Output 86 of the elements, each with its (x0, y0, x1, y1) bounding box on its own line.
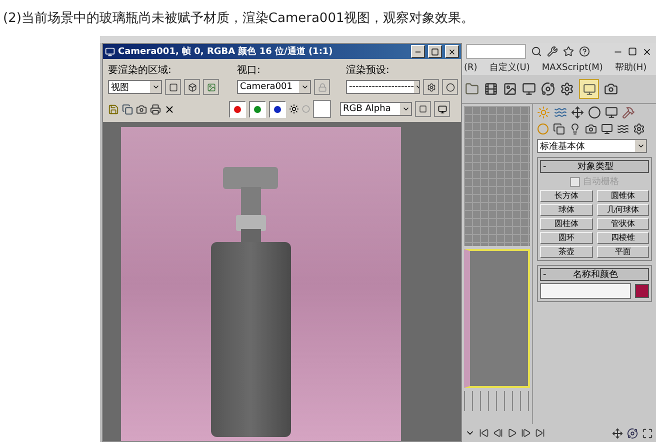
color-swatch[interactable] (313, 100, 331, 118)
display-dropdown[interactable]: RGB Alpha (340, 102, 412, 116)
space-warps-icon[interactable] (617, 123, 629, 135)
hammer-icon[interactable] (622, 106, 635, 119)
minimize-button[interactable] (411, 45, 425, 58)
render-frame-button[interactable] (579, 79, 599, 99)
image-icon[interactable] (503, 82, 517, 96)
star-icon[interactable] (563, 46, 574, 57)
area-dropdown[interactable]: 视图 (108, 80, 162, 94)
object-color-swatch[interactable] (635, 284, 649, 298)
viewport-label: 视口: (237, 64, 262, 77)
circle-icon[interactable] (446, 82, 454, 92)
setup-button[interactable] (423, 79, 439, 95)
lock-icon (318, 82, 326, 92)
next-frame-icon[interactable] (521, 428, 531, 438)
render-icon (582, 82, 596, 96)
folder-icon[interactable] (465, 82, 479, 96)
maximize-button[interactable] (428, 45, 442, 58)
region-icon[interactable] (168, 82, 178, 92)
primitive-button[interactable]: 几何球体 (596, 204, 649, 216)
primitive-button[interactable]: 茶壶 (540, 246, 592, 258)
primitive-button[interactable]: 球体 (540, 204, 592, 216)
rollout-header[interactable]: - 对象类型 (540, 160, 649, 173)
preset-label: 渲染预设: (346, 64, 390, 77)
search-field[interactable] (466, 44, 526, 59)
category-dropdown[interactable]: 标准基本体 (537, 139, 647, 153)
copy-icon[interactable] (122, 104, 133, 114)
gear-icon[interactable] (426, 82, 436, 92)
preset-dropdown[interactable]: -------------------- (346, 80, 420, 94)
pan-icon[interactable] (612, 428, 623, 438)
channel-toggle[interactable] (249, 100, 266, 118)
edit-region-button[interactable] (165, 79, 181, 95)
caption-text: (2)当前场景中的玻璃瓶尚未被赋予材质，渲染Camera001视图，观察对象效果。 (2, 10, 476, 28)
maximize-icon (431, 48, 439, 56)
primitive-button[interactable]: 管状体 (596, 218, 649, 230)
toggle-ui-button[interactable] (415, 101, 431, 117)
globe-icon[interactable] (541, 82, 555, 96)
panel-icon[interactable] (522, 82, 536, 96)
help-icon[interactable] (579, 46, 590, 57)
region-icon[interactable] (188, 82, 196, 92)
primitive-button[interactable]: 平面 (596, 246, 649, 258)
lights-icon[interactable] (569, 123, 581, 135)
play-icon[interactable] (507, 428, 517, 438)
motion-tab-icon[interactable] (588, 106, 601, 119)
maximize-viewport-icon[interactable] (642, 428, 653, 438)
wrench-icon[interactable] (547, 46, 558, 57)
printer-icon[interactable] (150, 104, 161, 114)
previous-frame-icon[interactable] (493, 428, 503, 438)
primitive-button[interactable]: 四棱锥 (596, 232, 649, 244)
area-label: 要渲染的区域: (108, 64, 172, 77)
channel-toggle[interactable] (229, 100, 246, 118)
close-icon (448, 48, 456, 56)
menu-item[interactable]: (R) (464, 62, 478, 72)
auto-region-button[interactable] (184, 79, 200, 95)
window-title: Camera001, 帧 0, RGBA 颜色 16 位/通道 (1:1) (118, 45, 334, 58)
maximize-icon[interactable] (628, 47, 637, 56)
menu-item[interactable]: 帮助(H) (614, 61, 647, 74)
rollout-header[interactable]: - 名称和颜色 (540, 268, 649, 281)
menu-item[interactable]: 自定义(U) (489, 61, 530, 74)
name-field[interactable] (540, 283, 631, 299)
primitive-button[interactable]: 圆柱体 (540, 218, 592, 230)
active-viewport[interactable] (464, 249, 530, 388)
shapes-icon[interactable] (553, 123, 565, 135)
channel-toggle[interactable] (269, 100, 286, 118)
go-to-end-icon[interactable] (535, 428, 545, 438)
time-ruler (464, 391, 530, 411)
camera-icon[interactable] (585, 123, 597, 135)
app-icon (105, 46, 115, 56)
display-button[interactable] (434, 101, 450, 117)
display-tab-icon[interactable] (605, 106, 618, 119)
primitive-button[interactable]: 长方体 (540, 190, 592, 202)
primitive-button[interactable]: 圆环 (540, 232, 592, 244)
primitive-button[interactable]: 圆锥体 (596, 190, 649, 202)
monitor-icon (438, 104, 446, 114)
menu-item[interactable]: MAXScript(M) (542, 62, 603, 72)
image-icon (206, 82, 216, 92)
orbit-icon[interactable] (627, 428, 638, 438)
close-button[interactable] (445, 45, 459, 58)
square-icon[interactable] (419, 105, 427, 113)
alpha-icon[interactable] (289, 104, 299, 114)
close-icon[interactable] (642, 46, 652, 56)
render-button[interactable] (442, 79, 458, 95)
go-to-start-icon[interactable] (479, 428, 489, 438)
clear-icon[interactable] (164, 104, 175, 114)
viewport-dropdown[interactable]: Camera001 (237, 80, 311, 94)
save-icon[interactable] (108, 104, 119, 114)
